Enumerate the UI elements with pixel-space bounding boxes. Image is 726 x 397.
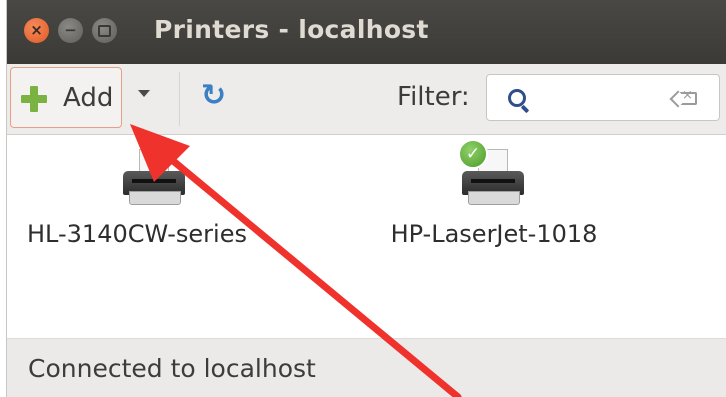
add-printer-button[interactable]: Add <box>10 67 122 128</box>
title-bar[interactable]: × − Printers - localhost <box>7 0 726 64</box>
printer-name: HL-3140CW-series <box>27 220 247 248</box>
status-bar: Connected to localhost <box>7 338 726 397</box>
maximize-window-button[interactable] <box>92 18 117 43</box>
toolbar-separator <box>179 72 180 126</box>
printer-item[interactable]: ✓ HP-LaserJet-1018 <box>364 135 624 265</box>
close-icon: × <box>30 21 43 39</box>
filter-search-input[interactable] <box>486 74 720 121</box>
printer-icon <box>123 149 189 207</box>
default-printer-check-icon: ✓ <box>458 139 488 169</box>
toolbar: Add ↻ Filter: <box>7 64 726 135</box>
printer-name: HP-LaserJet-1018 <box>390 220 598 248</box>
search-icon <box>508 89 526 107</box>
printers-window: × − Printers - localhost Add ↻ Filter: ×… <box>6 0 726 397</box>
add-dropdown-arrow-icon[interactable] <box>138 90 150 97</box>
filter-label: Filter: <box>397 82 470 112</box>
close-window-button[interactable]: × <box>24 18 49 43</box>
minimize-icon: − <box>64 21 77 39</box>
minimize-window-button[interactable]: − <box>58 18 83 43</box>
clear-search-icon[interactable] <box>679 88 697 105</box>
refresh-icon[interactable]: ↻ <box>201 81 227 111</box>
maximize-icon <box>98 24 111 37</box>
window-title: Printers - localhost <box>154 15 429 44</box>
add-button-label: Add <box>63 83 114 113</box>
status-text: Connected to localhost <box>28 354 316 383</box>
printer-icon: ✓ <box>458 139 528 207</box>
printer-item[interactable]: HL-3140CW-series <box>7 135 267 265</box>
printer-list: HL-3140CW-series ✓ HP-LaserJet-1018 <box>7 135 726 338</box>
add-plus-icon <box>21 86 47 112</box>
